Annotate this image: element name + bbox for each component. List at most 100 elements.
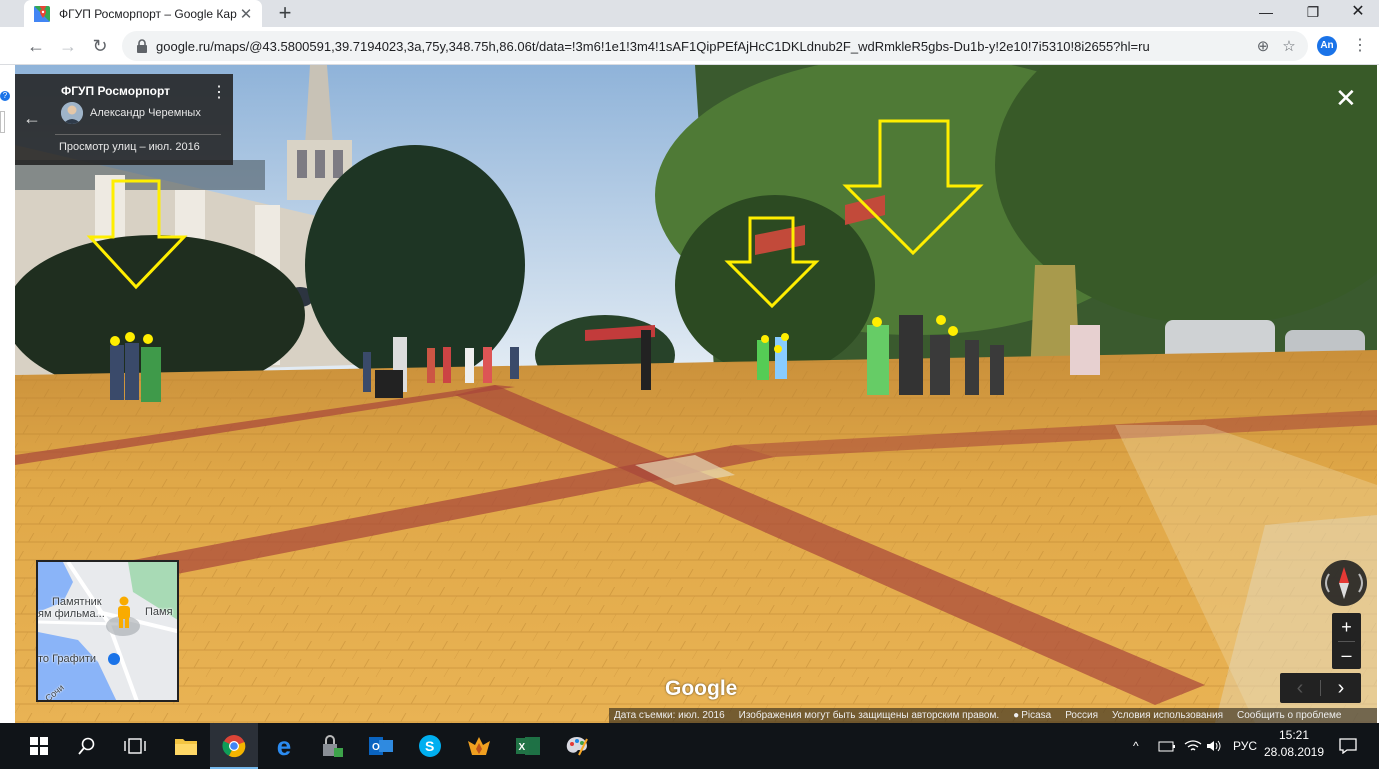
new-tab-button[interactable]: + (275, 1, 295, 25)
pegman-icon[interactable] (114, 596, 134, 630)
zoom-divider (1338, 641, 1355, 642)
back-arrow-icon[interactable]: ← (23, 108, 41, 129)
minimap-canvas[interactable] (38, 562, 179, 702)
taskbar-chrome[interactable] (210, 723, 258, 769)
address-bar[interactable]: google.ru/maps/@43.5800591,39.7194023,3a… (122, 31, 1308, 61)
compass-control[interactable] (1321, 560, 1367, 606)
photo-nav-control: ‹ › (1280, 673, 1361, 703)
start-button[interactable] (15, 723, 63, 769)
volume-icon[interactable] (1206, 723, 1222, 769)
browser-menu-icon[interactable]: ⋮ (1352, 35, 1368, 55)
reload-icon[interactable]: ↻ (90, 36, 110, 56)
author-avatar[interactable] (61, 102, 83, 124)
attribution-terms-link[interactable]: Условия использования (1112, 710, 1223, 721)
windows-taskbar: e O S X ^ РУС 15:21 28.08.2019 (0, 723, 1379, 769)
taskbar-gamecenter[interactable] (455, 723, 503, 769)
next-photo-icon[interactable]: › (1321, 673, 1361, 703)
tab-close-icon[interactable]: ✕ (238, 5, 254, 23)
excel-icon: X (516, 737, 540, 755)
search-button[interactable] (63, 723, 111, 769)
close-streetview-icon[interactable]: ✕ (1335, 85, 1357, 111)
side-panel-edge (0, 111, 5, 133)
capture-date-label[interactable]: Просмотр улиц – июл. 2016 (59, 141, 200, 153)
window-close-icon[interactable]: ✕ (1347, 2, 1369, 22)
google-maps-favicon-icon (34, 5, 50, 22)
minimap[interactable]: Памятник ям фильма... Памя то Графити Со… (36, 560, 179, 702)
attribution-bar: Дата съемки: июл. 2016 Изображения могут… (609, 708, 1377, 723)
tab-title: ФГУП Росморпорт – Google Кар (59, 6, 237, 21)
zoom-out-button[interactable]: – (1332, 641, 1361, 669)
attribution-source[interactable]: Picasa (1021, 710, 1051, 721)
browser-toolbar: ← → ↻ google.ru/maps/@43.5800591,39.7194… (0, 27, 1379, 65)
zoom-control: + – (1332, 613, 1361, 669)
url-text[interactable]: google.ru/maps/@43.5800591,39.7194023,3a… (156, 39, 1250, 54)
battery-glyph (1158, 741, 1175, 752)
lock-app-icon (323, 735, 343, 757)
minimap-label-monument[interactable]: Памятник (52, 596, 102, 608)
author-name[interactable]: Александр Черемных (90, 107, 201, 119)
previous-photo-icon[interactable]: ‹ (1280, 673, 1320, 703)
minimap-label-pamya[interactable]: Памя (145, 606, 173, 618)
windows-logo-icon (30, 737, 48, 755)
browser-tab[interactable]: ФГУП Росморпорт – Google Кар ✕ (24, 0, 262, 27)
svg-text:S: S (425, 738, 434, 754)
chrome-icon (222, 735, 246, 758)
taskbar-edge[interactable]: e (260, 723, 308, 769)
lock-icon (137, 39, 147, 53)
wifi-icon[interactable] (1184, 723, 1202, 769)
more-options-icon[interactable]: ⋮ (211, 84, 227, 102)
help-icon[interactable]: ? (0, 91, 10, 101)
attribution-capture-date: Дата съемки: июл. 2016 (614, 710, 725, 721)
zoom-in-button[interactable]: + (1332, 613, 1361, 641)
flame-app-icon (468, 737, 490, 755)
place-name[interactable]: ФГУП Росморпорт (61, 84, 170, 98)
task-view-icon (124, 738, 146, 754)
compass-icon[interactable] (1321, 560, 1367, 606)
taskbar-skype[interactable]: S (406, 723, 454, 769)
left-page-strip: ? (0, 65, 15, 723)
restore-icon[interactable]: ❐ (1302, 2, 1324, 22)
bookmark-star-icon[interactable]: ☆ (1276, 37, 1302, 55)
minimize-icon[interactable]: — (1255, 2, 1277, 22)
street-view-panorama[interactable]: ← ФГУП Росморпорт Александр Черемных ⋮ П… (15, 65, 1377, 723)
svg-text:O: O (372, 742, 380, 753)
skype-icon: S (419, 735, 441, 757)
tray-overflow-icon[interactable]: ^ (1133, 723, 1139, 769)
taskbar-vpn-app[interactable] (308, 723, 356, 769)
card-divider (55, 134, 221, 135)
attribution-report-link[interactable]: Сообщить о проблеме (1237, 710, 1341, 721)
task-view-button[interactable] (111, 723, 159, 769)
attribution-region[interactable]: Россия (1065, 710, 1098, 721)
place-info-card: ← ФГУП Росморпорт Александр Черемных ⋮ П… (15, 74, 233, 165)
svg-text:X: X (519, 742, 526, 753)
taskbar-file-explorer[interactable] (162, 723, 210, 769)
attribution-copyright: Изображения могут быть защищены авторски… (738, 710, 1000, 721)
user-avatar-icon (61, 102, 83, 124)
profile-avatar[interactable]: An (1317, 36, 1337, 56)
paint-palette-icon (566, 737, 588, 756)
taskbar-paint[interactable] (553, 723, 601, 769)
forward-arrow-icon[interactable]: → (58, 36, 78, 56)
outlook-icon: O (369, 737, 393, 755)
install-app-icon[interactable]: ⊕ (1250, 37, 1276, 55)
taskbar-outlook[interactable]: O (357, 723, 405, 769)
wifi-glyph (1184, 740, 1202, 751)
clock-time: 15:21 (1278, 728, 1310, 742)
speaker-glyph (1207, 740, 1221, 752)
edge-icon: e (276, 730, 292, 761)
taskbar-clock[interactable]: 15:21 28.08.2019 (1262, 727, 1326, 761)
search-icon (78, 737, 95, 755)
picasa-icon: ● (1013, 710, 1020, 721)
notification-icon (1339, 738, 1357, 754)
clock-date: 28.08.2019 (1263, 745, 1325, 759)
back-arrow-icon[interactable]: ← (26, 36, 46, 56)
browser-tab-strip: ФГУП Росморпорт – Google Кар ✕ + — ❐ ✕ (0, 0, 1379, 27)
input-language[interactable]: РУС (1233, 723, 1257, 769)
notifications-button[interactable] (1339, 723, 1357, 769)
battery-icon[interactable] (1158, 723, 1176, 769)
taskbar-excel[interactable]: X (504, 723, 552, 769)
google-logo: Google (665, 677, 738, 700)
minimap-label-film[interactable]: ям фильма... (38, 608, 105, 620)
folder-icon (175, 739, 197, 755)
minimap-label-grafiti[interactable]: то Графити (38, 653, 96, 665)
